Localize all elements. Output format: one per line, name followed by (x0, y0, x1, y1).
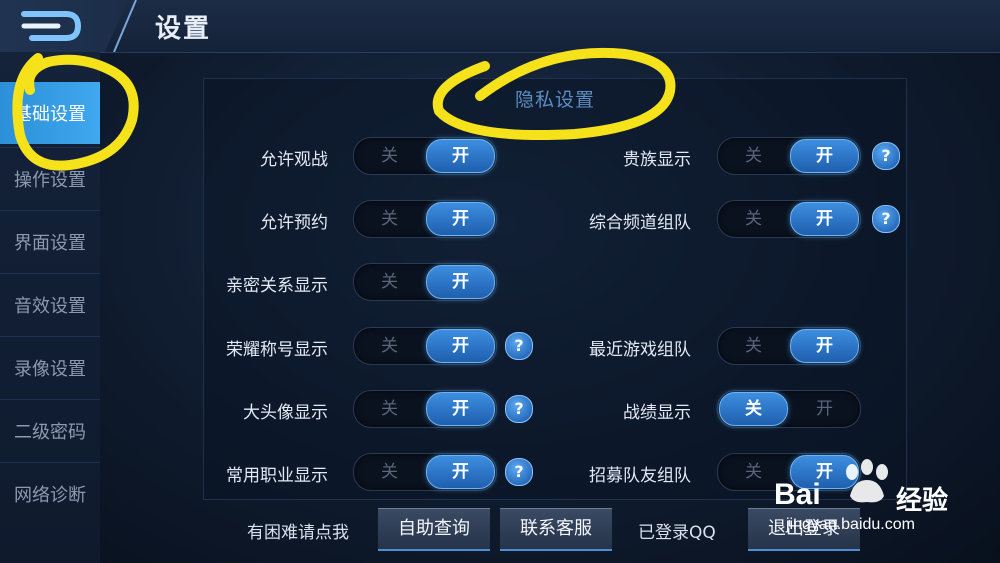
toggle-on-label: 开 (816, 462, 833, 482)
toggle-on-label: 开 (816, 399, 833, 419)
help-question-icon[interactable]: ? (872, 205, 900, 233)
toggle-on-label: 开 (452, 272, 469, 292)
on-off-toggle[interactable]: 关开 (353, 390, 497, 428)
sidebar-item-sound[interactable]: 音效设置 (0, 273, 100, 336)
header-divider-icon (113, 0, 137, 52)
self-help-button[interactable]: 自助查询 (378, 508, 490, 551)
login-status: 已登录QQ (638, 523, 716, 543)
back-arrow-icon (21, 11, 82, 41)
on-off-toggle[interactable]: 关开 (353, 453, 497, 491)
sidebar-item-basic[interactable]: 基础设置 (0, 82, 100, 144)
sidebar-item-controls[interactable]: 操作设置 (0, 147, 100, 210)
help-prompt: 有困难请点我 (247, 523, 349, 543)
on-off-toggle[interactable]: 关开 (717, 200, 861, 238)
toggle-off-label: 关 (745, 209, 762, 229)
setting-label: 大头像显示 (243, 403, 328, 423)
setting-label: 允许预约 (260, 213, 328, 233)
toggle-on-label: 开 (452, 146, 469, 166)
on-off-toggle[interactable]: 关开 (717, 137, 861, 175)
setting-label: 允许观战 (260, 150, 328, 170)
logout-button[interactable]: 退出登录 (748, 508, 860, 551)
on-off-toggle[interactable]: 关开 (717, 327, 861, 365)
setting-label: 荣耀称号显示 (226, 340, 328, 360)
settings-sidebar: 基础设置 操作设置 界面设置 音效设置 录像设置 二级密码 网络诊断 (0, 52, 100, 563)
sidebar-item-replay[interactable]: 录像设置 (0, 336, 100, 399)
setting-label: 战绩显示 (623, 403, 691, 423)
setting-label: 综合频道组队 (589, 213, 691, 233)
setting-label: 贵族显示 (623, 150, 691, 170)
toggle-off-label: 关 (381, 146, 398, 166)
on-off-toggle[interactable]: 关开 (353, 137, 497, 175)
toggle-off-label: 关 (745, 462, 762, 482)
panel-title: 隐私设置 (514, 89, 595, 111)
toggle-on-label: 开 (816, 146, 833, 166)
page-title: 设置 (155, 14, 212, 44)
toggle-on-label: 开 (452, 336, 469, 356)
on-off-toggle[interactable]: 关开 (717, 453, 861, 491)
on-off-toggle[interactable]: 关开 (353, 263, 497, 301)
on-off-toggle[interactable]: 关开 (717, 390, 861, 428)
setting-label: 亲密关系显示 (226, 276, 328, 296)
toggle-off-label: 关 (745, 336, 762, 356)
setting-label: 常用职业显示 (226, 466, 328, 486)
setting-label: 招募队友组队 (589, 466, 691, 486)
toggle-off-label: 关 (745, 146, 762, 166)
toggle-off-label: 关 (745, 399, 762, 419)
toggle-off-label: 关 (381, 209, 398, 229)
on-off-toggle[interactable]: 关开 (353, 200, 497, 238)
sidebar-item-secondary-password[interactable]: 二级密码 (0, 399, 100, 462)
top-bar: 设置 (0, 0, 1000, 53)
toggle-on-label: 开 (816, 336, 833, 356)
setting-label: 最近游戏组队 (589, 340, 691, 360)
toggle-off-label: 关 (381, 399, 398, 419)
toggle-off-label: 关 (381, 336, 398, 356)
toggle-off-label: 关 (381, 272, 398, 292)
sidebar-item-network-diagnosis[interactable]: 网络诊断 (0, 462, 100, 525)
toggle-on-label: 开 (452, 399, 469, 419)
on-off-toggle[interactable]: 关开 (353, 327, 497, 365)
back-button[interactable] (0, 0, 128, 52)
toggle-on-label: 开 (452, 209, 469, 229)
help-question-icon[interactable]: ? (872, 142, 900, 170)
contact-support-button[interactable]: 联系客服 (500, 508, 612, 551)
sidebar-item-interface[interactable]: 界面设置 (0, 210, 100, 273)
toggle-off-label: 关 (381, 462, 398, 482)
toggle-on-label: 开 (452, 462, 469, 482)
toggle-on-label: 开 (816, 209, 833, 229)
